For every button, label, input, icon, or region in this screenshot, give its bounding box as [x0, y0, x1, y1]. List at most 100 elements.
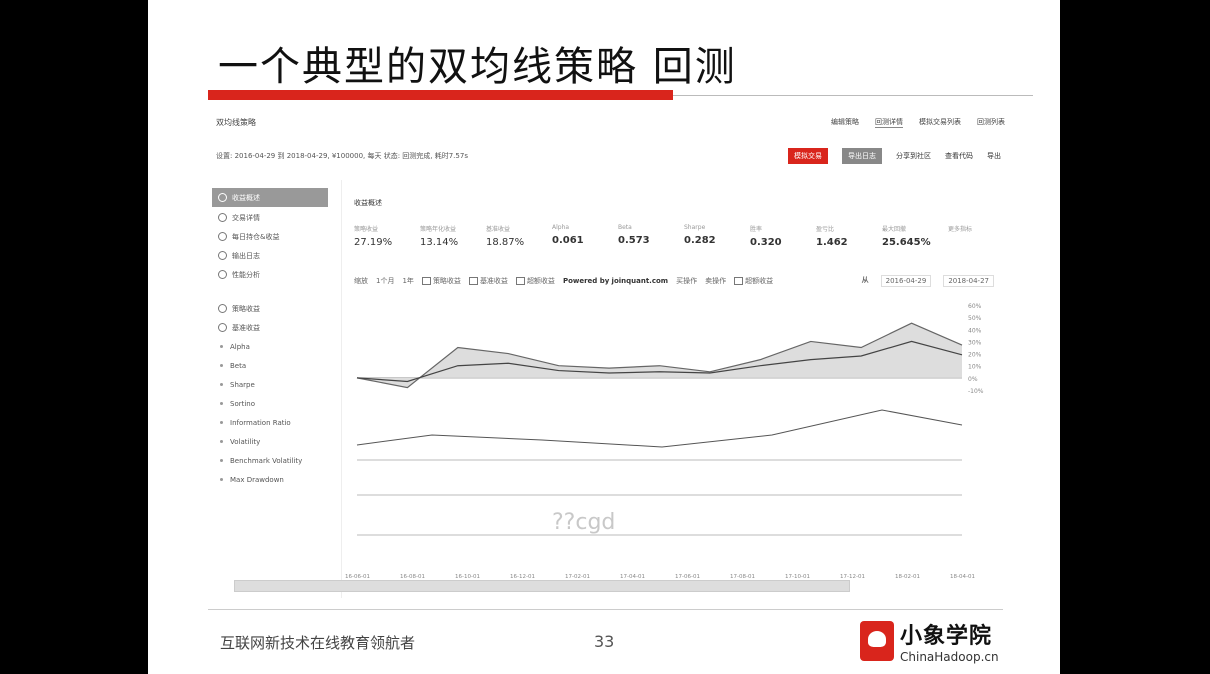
sidebar-item-performance[interactable]: 性能分析: [212, 265, 328, 284]
powered-by: Powered by joinquant.com: [562, 277, 669, 285]
sidebar-item-info-ratio[interactable]: Information Ratio: [212, 413, 328, 432]
y-tick-label: 60%: [968, 303, 982, 310]
chart-controls: 缩放 1个月 1年 策略收益 基准收益 超额收益 Powered by join…: [354, 275, 994, 287]
y-tick-label: -10%: [968, 388, 984, 395]
more-metrics-link[interactable]: 更多指标: [948, 224, 998, 248]
zoom-label: 缩放: [354, 277, 368, 285]
timeline-scrollbar[interactable]: [234, 580, 850, 592]
sidebar-item-benchmark-volatility[interactable]: Benchmark Volatility: [212, 451, 328, 470]
sidebar: 收益概述 交易详情 每日持仓&收益 输出日志 性能分析 策略收益 基准收益 Al…: [212, 188, 328, 588]
checkbox-icon: [468, 277, 478, 285]
x-tick-label: 18-02-01: [895, 574, 920, 580]
logo-name: 小象学院: [900, 624, 993, 649]
sidebar-item-sortino[interactable]: Sortino: [212, 394, 328, 413]
bullet-icon: [220, 402, 223, 405]
legend-buy[interactable]: 买操作: [676, 276, 697, 286]
y-tick-label: 40%: [968, 327, 982, 334]
y-tick-label: 50%: [968, 315, 982, 322]
performance-icon: [218, 270, 227, 279]
panel2-line: [356, 409, 963, 448]
metric-sharpe: Sharpe 0.282: [684, 224, 716, 246]
backtest-settings: 设置: 2016-04-29 到 2018-04-29, ¥100000, 每天…: [216, 152, 468, 160]
sidebar-item-sharpe[interactable]: Sharpe: [212, 375, 328, 394]
trades-icon: [218, 213, 227, 222]
main-panel: 收益概述 策略收益 27.19% 策略年化收益 13.14% 基准收益 18.87% …: [341, 180, 1007, 598]
share-community-link[interactable]: 分享到社区: [896, 151, 931, 161]
sim-trade-button[interactable]: 模拟交易: [788, 148, 828, 164]
sidebar-item-max-drawdown[interactable]: Max Drawdown: [212, 470, 328, 489]
page-number: 33: [594, 632, 615, 651]
legend-excess[interactable]: 超额收益: [515, 276, 555, 286]
sidebar-item-benchmark-return[interactable]: 基准收益: [212, 318, 328, 337]
date-range: 从 2016-04-29 2018-04-27: [862, 275, 994, 287]
view-code-link[interactable]: 查看代码: [945, 151, 973, 161]
title-underline-red: [208, 90, 673, 100]
export-log-button[interactable]: 导出日志: [842, 148, 882, 164]
metrics-row: 策略收益 27.19% 策略年化收益 13.14% 基准收益 18.87% Alpha…: [354, 224, 998, 248]
y-tick-label: 30%: [968, 339, 982, 346]
logs-icon: [218, 251, 227, 260]
watermark: ??cgd: [552, 510, 616, 535]
metric-alpha: Alpha 0.061: [552, 224, 584, 246]
end-date-input[interactable]: 2018-04-27: [943, 275, 994, 287]
metric-annual-return: 策略年化收益 13.14%: [420, 226, 459, 248]
return-chart[interactable]: 60%50%40%30%20%10%0%-10%16-06-01 16-08-01…: [342, 295, 1007, 595]
sidebar-item-volatility[interactable]: Volatility: [212, 432, 328, 451]
sidebar-item-trades[interactable]: 交易详情: [212, 208, 328, 227]
x-tick-label: 18-04-01: [950, 574, 975, 580]
metric-strategy-return: 策略收益 27.19%: [354, 226, 393, 248]
elephant-icon: [860, 621, 894, 661]
section-title: 收益概述: [354, 199, 382, 207]
bullet-icon: [220, 345, 223, 348]
action-bar: 模拟交易 导出日志 分享到社区 查看代码 导出: [788, 148, 1001, 164]
backtest-screenshot: 双均线策略 编辑策略 回测详情 模拟交易列表 回测列表 设置: 2016-04-…: [206, 110, 1011, 600]
footer-slogan: 互联网新技术在线教育领航者: [220, 634, 416, 652]
date-from-label: 从: [861, 276, 869, 284]
slide-title: 一个典型的双均线策略 回测: [218, 44, 737, 90]
sidebar-item-logs[interactable]: 输出日志: [212, 246, 328, 265]
y-tick-label: 20%: [968, 352, 982, 359]
metric-benchmark-return: 基准收益 18.87%: [486, 226, 525, 248]
logo-sub: ChinaHadoop.cn: [900, 650, 999, 664]
nav-edit-strategy[interactable]: 编辑策略: [831, 117, 859, 128]
bullet-icon: [220, 421, 223, 424]
metric-max-drawdown: 最大回撤 25.645%: [882, 226, 931, 248]
slide: 一个典型的双均线策略 回测 双均线策略 编辑策略 回测详情 模拟交易列表 回测列…: [148, 0, 1060, 674]
strategy-name[interactable]: 双均线策略: [216, 117, 256, 128]
legend-strategy[interactable]: 策略收益: [421, 276, 461, 286]
y-tick-label: 0%: [968, 376, 978, 383]
checkbox-icon: [515, 277, 525, 285]
nav-backtest-list[interactable]: 回测列表: [977, 117, 1005, 128]
title-underline-gray: [673, 95, 1033, 96]
positions-icon: [218, 232, 227, 241]
sidebar-item-overview[interactable]: 收益概述: [212, 188, 328, 207]
metric-beta: Beta 0.573: [618, 224, 650, 246]
legend-benchmark[interactable]: 基准收益: [468, 276, 508, 286]
nav-backtest-detail[interactable]: 回测详情: [875, 117, 903, 128]
zoom-1-month[interactable]: 1个月: [376, 276, 394, 286]
nav-sim-trade-list[interactable]: 模拟交易列表: [919, 117, 961, 128]
checkbox-icon: [734, 277, 744, 285]
export-dropdown[interactable]: 导出: [987, 151, 1001, 161]
footer-divider: [208, 609, 1003, 610]
sidebar-item-strategy-return[interactable]: 策略收益: [212, 299, 328, 318]
sidebar-item-beta[interactable]: Beta: [212, 356, 328, 375]
bullet-icon: [220, 383, 223, 386]
top-nav: 编辑策略 回测详情 模拟交易列表 回测列表: [831, 117, 1005, 128]
bullet-icon: [220, 478, 223, 481]
metric-profit-loss-ratio: 盈亏比 1.462: [816, 226, 848, 248]
brand-logo: 小象学院 ChinaHadoop.cn: [860, 618, 999, 664]
y-tick-label: 10%: [968, 364, 982, 371]
start-date-input[interactable]: 2016-04-29: [880, 275, 932, 287]
sidebar-item-positions[interactable]: 每日持仓&收益: [212, 227, 328, 246]
strategy-return-icon: [218, 304, 227, 313]
zoom-1-year[interactable]: 1年: [402, 276, 413, 286]
sidebar-item-alpha[interactable]: Alpha: [212, 337, 328, 356]
bullet-icon: [220, 459, 223, 462]
legend-log-axis[interactable]: 超额收益: [734, 276, 773, 286]
legend-sell[interactable]: 卖操作: [705, 276, 726, 286]
bullet-icon: [220, 440, 223, 443]
bullet-icon: [220, 364, 223, 367]
metric-win-rate: 胜率 0.320: [750, 226, 782, 248]
overview-icon: [218, 193, 227, 202]
